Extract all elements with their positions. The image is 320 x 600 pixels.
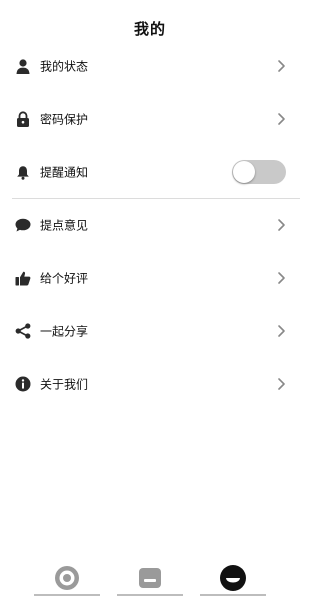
bell-icon — [14, 163, 32, 181]
menu-item-password-protection[interactable]: 密码保护 — [0, 99, 300, 139]
menu-item-rate-us[interactable]: 给个好评 — [0, 258, 300, 298]
speech-bubble-icon — [14, 216, 32, 234]
page-title: 我的 — [133, 20, 166, 38]
tab-profile[interactable] — [200, 556, 266, 600]
menu-item-about-us[interactable]: 关于我们 — [0, 364, 300, 404]
person-icon — [14, 57, 32, 75]
menu-item-share[interactable]: 一起分享 — [0, 311, 300, 351]
divider — [12, 198, 300, 199]
chevron-right-icon — [278, 272, 285, 284]
menu-item-label: 我的状态 — [40, 59, 89, 74]
tab-home[interactable] — [34, 556, 100, 600]
menu-item-label: 提点意见 — [40, 218, 89, 233]
menu-item-label: 一起分享 — [40, 324, 89, 339]
chevron-right-icon — [278, 60, 285, 72]
menu-item-notifications: 提醒通知 — [0, 152, 300, 192]
bottom-tab-bar — [0, 556, 300, 600]
menu-item-label: 密码保护 — [40, 112, 89, 127]
menu-item-label: 给个好评 — [40, 271, 89, 286]
card-icon — [139, 568, 161, 588]
tab-underline — [117, 594, 183, 596]
share-icon — [14, 322, 32, 340]
chevron-right-icon — [278, 219, 285, 231]
menu-item-my-status[interactable]: 我的状态 — [0, 46, 300, 86]
smile-icon — [220, 565, 246, 591]
tab-underline — [34, 594, 100, 596]
chevron-right-icon — [278, 113, 285, 125]
thumbs-up-icon — [14, 269, 32, 287]
chevron-right-icon — [278, 325, 285, 337]
lock-icon — [14, 110, 32, 128]
tab-records[interactable] — [117, 556, 183, 600]
notification-toggle[interactable] — [232, 160, 286, 184]
toggle-knob — [233, 161, 255, 183]
chevron-right-icon — [278, 378, 285, 390]
info-icon — [14, 375, 32, 393]
target-icon — [55, 566, 79, 590]
menu-item-label: 关于我们 — [40, 377, 89, 392]
menu-item-label: 提醒通知 — [40, 165, 89, 180]
menu-item-feedback[interactable]: 提点意见 — [0, 205, 300, 245]
tab-underline — [200, 594, 266, 596]
